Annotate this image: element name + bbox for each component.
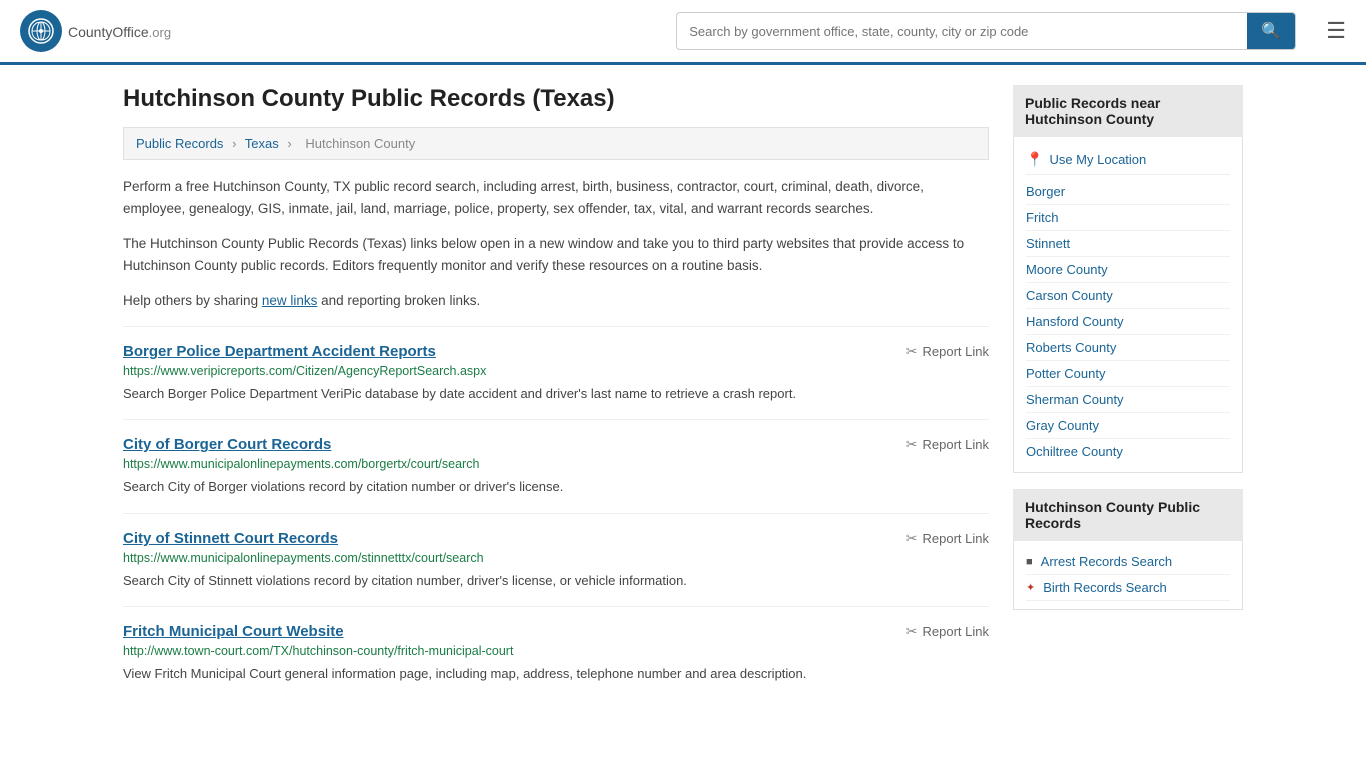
search-bar: 🔍 [676, 12, 1296, 50]
hamburger-menu-icon[interactable]: ☰ [1326, 18, 1346, 44]
report-link-label-2: Report Link [923, 531, 989, 546]
results-list: Borger Police Department Accident Report… [123, 326, 989, 700]
record-link-0[interactable]: ■ Arrest Records Search [1026, 549, 1230, 575]
description-1: Perform a free Hutchinson County, TX pub… [123, 176, 989, 219]
nearby-link-9[interactable]: Gray County [1026, 413, 1230, 439]
nearby-link-3[interactable]: Moore County [1026, 257, 1230, 283]
report-link-btn-1[interactable]: ✂ Report Link [906, 436, 989, 453]
result-url-0[interactable]: https://www.veripicreports.com/Citizen/A… [123, 364, 989, 378]
breadcrumb-current: Hutchinson County [305, 136, 415, 151]
nearby-link-0[interactable]: Borger [1026, 179, 1230, 205]
records-body: ■ Arrest Records Search ✦ Birth Records Sea… [1013, 541, 1243, 610]
description-3: Help others by sharing new links and rep… [123, 290, 989, 312]
report-link-label-0: Report Link [923, 344, 989, 359]
sidebar: Public Records near Hutchinson County 📍 … [1013, 85, 1243, 700]
report-link-btn-2[interactable]: ✂ Report Link [906, 530, 989, 547]
result-desc-0: Search Borger Police Department VeriPic … [123, 384, 989, 404]
records-section: Hutchinson County Public Records ■ Arrest… [1013, 489, 1243, 610]
logo-icon [20, 10, 62, 52]
nearby-link-10[interactable]: Ochiltree County [1026, 439, 1230, 464]
nearby-link-2[interactable]: Stinnett [1026, 231, 1230, 257]
report-icon-0: ✂ [906, 343, 918, 360]
breadcrumb-public-records[interactable]: Public Records [136, 136, 223, 151]
result-desc-3: View Fritch Municipal Court general info… [123, 664, 989, 684]
record-label-0: Arrest Records Search [1041, 554, 1173, 569]
result-title-1[interactable]: City of Borger Court Records [123, 436, 331, 453]
main-content: Hutchinson County Public Records (Texas)… [123, 85, 989, 700]
report-link-btn-0[interactable]: ✂ Report Link [906, 343, 989, 360]
logo[interactable]: CountyOffice.org [20, 10, 171, 52]
result-url-2[interactable]: https://www.municipalonlinepayments.com/… [123, 551, 989, 565]
nearby-link-6[interactable]: Roberts County [1026, 335, 1230, 361]
result-title-3[interactable]: Fritch Municipal Court Website [123, 623, 344, 640]
use-my-location-link[interactable]: Use My Location [1049, 152, 1146, 167]
search-input[interactable] [677, 16, 1247, 47]
result-desc-2: Search City of Stinnett violations recor… [123, 571, 989, 591]
nearby-body: 📍 Use My Location BorgerFritchStinnettMo… [1013, 137, 1243, 473]
result-url-3[interactable]: http://www.town-court.com/TX/hutchinson-… [123, 644, 989, 658]
record-link-1[interactable]: ✦ Birth Records Search [1026, 575, 1230, 601]
logo-text: CountyOffice.org [68, 21, 171, 42]
result-item-1: City of Borger Court Records ✂ Report Li… [123, 419, 989, 513]
breadcrumb-texas[interactable]: Texas [245, 136, 279, 151]
report-link-btn-3[interactable]: ✂ Report Link [906, 623, 989, 640]
breadcrumb: Public Records › Texas › Hutchinson Coun… [123, 127, 989, 160]
result-item-0: Borger Police Department Accident Report… [123, 326, 989, 420]
report-link-label-1: Report Link [923, 437, 989, 452]
record-icon-0: ■ [1026, 556, 1033, 568]
use-my-location[interactable]: 📍 Use My Location [1026, 145, 1230, 175]
location-pin-icon: 📍 [1026, 151, 1043, 168]
records-header: Hutchinson County Public Records [1013, 489, 1243, 541]
result-item-2: City of Stinnett Court Records ✂ Report … [123, 513, 989, 607]
record-links: ■ Arrest Records Search ✦ Birth Records Sea… [1026, 549, 1230, 601]
description-2: The Hutchinson County Public Records (Te… [123, 233, 989, 276]
nearby-link-8[interactable]: Sherman County [1026, 387, 1230, 413]
nearby-link-5[interactable]: Hansford County [1026, 309, 1230, 335]
result-title-2[interactable]: City of Stinnett Court Records [123, 530, 338, 547]
result-title-0[interactable]: Borger Police Department Accident Report… [123, 343, 436, 360]
nearby-links: BorgerFritchStinnettMoore CountyCarson C… [1026, 179, 1230, 464]
report-icon-2: ✂ [906, 530, 918, 547]
nearby-link-7[interactable]: Potter County [1026, 361, 1230, 387]
result-desc-1: Search City of Borger violations record … [123, 477, 989, 497]
nearby-section: Public Records near Hutchinson County 📍 … [1013, 85, 1243, 473]
result-item-3: Fritch Municipal Court Website ✂ Report … [123, 606, 989, 700]
report-icon-3: ✂ [906, 623, 918, 640]
new-links-link[interactable]: new links [262, 293, 318, 308]
result-url-1[interactable]: https://www.municipalonlinepayments.com/… [123, 457, 989, 471]
search-button[interactable]: 🔍 [1247, 13, 1295, 49]
record-label-1: Birth Records Search [1043, 580, 1167, 595]
nearby-link-4[interactable]: Carson County [1026, 283, 1230, 309]
nearby-link-1[interactable]: Fritch [1026, 205, 1230, 231]
report-link-label-3: Report Link [923, 624, 989, 639]
record-icon-1: ✦ [1026, 581, 1035, 594]
page-title: Hutchinson County Public Records (Texas) [123, 85, 989, 113]
report-icon-1: ✂ [906, 436, 918, 453]
nearby-header: Public Records near Hutchinson County [1013, 85, 1243, 137]
